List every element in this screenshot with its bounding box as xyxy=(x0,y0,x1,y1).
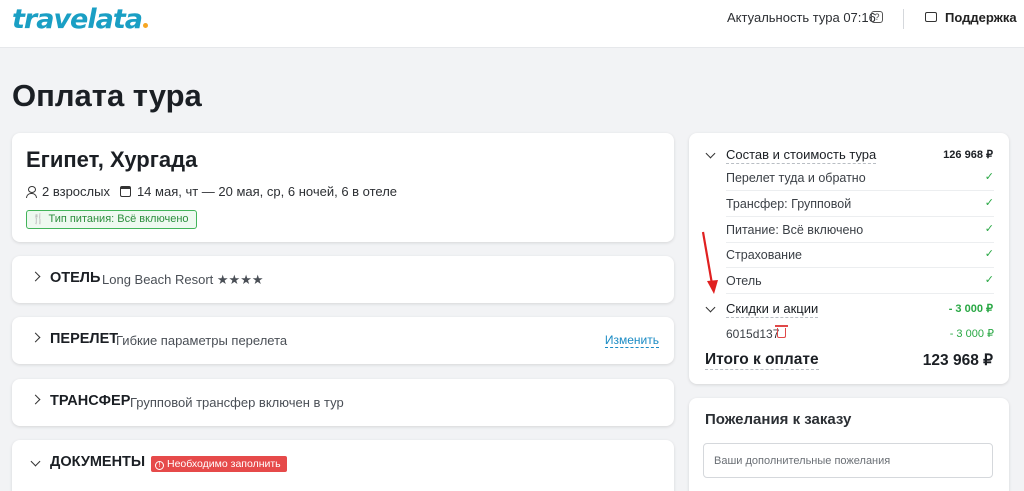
check-icon: ✓ xyxy=(984,248,994,260)
calendar-icon xyxy=(119,186,131,197)
check-icon: ✓ xyxy=(984,223,994,235)
discounts-toggle[interactable]: Скидки и акции xyxy=(726,301,819,318)
promo-amount: - 3 000 ₽ xyxy=(949,328,994,340)
summary-item: Питание: Всё включено ✓ xyxy=(726,221,994,243)
transfer-subtitle: Групповой трансфер включен в тур xyxy=(130,395,344,410)
chevron-right-icon xyxy=(30,394,41,405)
guests-text: 2 взрослых xyxy=(42,184,110,199)
composition-toggle[interactable]: Состав и стоимость тура xyxy=(726,147,877,164)
documents-section-title: ДОКУМЕНТЫ xyxy=(50,454,146,470)
trash-icon[interactable] xyxy=(775,325,788,338)
summary-item-label: Питание: Всё включено xyxy=(726,223,864,237)
documents-section[interactable]: ДОКУМЕНТЫ ! Необходимо заполнить xyxy=(12,440,674,491)
support-link[interactable]: Поддержка xyxy=(945,10,1017,25)
hotel-section-title: ОТЕЛЬ xyxy=(50,270,101,286)
person-icon xyxy=(26,186,37,198)
summary-item: Отель ✓ xyxy=(726,272,994,294)
page-title: Оплата тура xyxy=(12,78,202,113)
price-summary-card: Состав и стоимость тура 126 968 ₽ Переле… xyxy=(689,133,1009,384)
change-flight-link[interactable]: Изменить xyxy=(604,333,659,348)
summary-item: Страхование ✓ xyxy=(726,246,994,268)
logo-dot xyxy=(142,23,148,28)
summary-item-label: Трансфер: Групповой xyxy=(726,197,852,211)
question-icon[interactable]: ? xyxy=(871,11,883,23)
summary-item-label: Перелет туда и обратно xyxy=(726,171,866,185)
hotel-section[interactable]: ОТЕЛЬ Long Beach Resort ★★★★ xyxy=(12,256,674,303)
chevron-down-icon[interactable] xyxy=(705,302,716,313)
summary-item: Перелет туда и обратно ✓ xyxy=(726,169,994,191)
summary-item: Трансфер: Групповой ✓ xyxy=(726,195,994,217)
destination-card: Египет, Хургада 2 взрослых 14 мая, чт — 2… xyxy=(12,133,674,242)
transfer-section-title: ТРАНСФЕР xyxy=(50,393,131,409)
tour-freshness-label: Актуальность тура 07:16 xyxy=(727,10,876,25)
chevron-right-icon xyxy=(30,332,41,343)
flight-section[interactable]: ПЕРЕЛЕТ Гибкие параметры перелета Измени… xyxy=(12,317,674,364)
trip-meta: 2 взрослых 14 мая, чт — 20 мая, ср, 6 ноч… xyxy=(26,184,397,199)
check-icon: ✓ xyxy=(984,171,994,183)
transfer-section[interactable]: ТРАНСФЕР Групповой трансфер включен в ту… xyxy=(12,379,674,426)
chevron-right-icon xyxy=(30,271,41,282)
chevron-down-icon[interactable] xyxy=(705,148,716,159)
chat-icon[interactable] xyxy=(925,12,937,22)
logo-text: travelata xyxy=(12,4,143,35)
meal-type-text: Тип питания: Всё включено xyxy=(48,213,189,225)
required-badge: ! Необходимо заполнить xyxy=(151,456,287,472)
flight-subtitle: Гибкие параметры перелета xyxy=(116,333,288,348)
dates-text: 14 мая, чт — 20 мая, ср, 6 ночей, 6 в от… xyxy=(136,184,398,199)
header-divider xyxy=(903,9,904,29)
flight-section-title: ПЕРЕЛЕТ xyxy=(50,331,119,347)
alert-icon: ! xyxy=(155,461,164,470)
total-label: Итого к оплате xyxy=(705,351,819,370)
wishes-title: Пожелания к заказу xyxy=(705,411,852,428)
chevron-down-icon xyxy=(30,456,41,467)
summary-item-label: Отель xyxy=(726,274,762,288)
fork-knife-icon: 🍴 xyxy=(32,214,45,225)
check-icon: ✓ xyxy=(984,274,994,286)
discounts-amount: - 3 000 ₽ xyxy=(948,303,993,315)
total-amount: 123 968 ₽ xyxy=(922,352,993,369)
hotel-name: Long Beach Resort ★★★★ xyxy=(102,272,264,287)
summary-item-label: Страхование xyxy=(726,248,803,262)
order-wishes-card: Пожелания к заказу xyxy=(689,398,1009,491)
promo-code: 6015d137 xyxy=(726,327,780,341)
wishes-input[interactable] xyxy=(703,443,993,478)
composition-amount: 126 968 ₽ xyxy=(943,149,993,161)
travelata-logo[interactable]: travelata xyxy=(12,4,148,35)
required-badge-text: Необходимо заполнить xyxy=(167,458,281,470)
destination-title: Египет, Хургада xyxy=(26,147,198,172)
check-icon: ✓ xyxy=(984,197,994,209)
top-header: travelata Актуальность тура 07:16 ? Подд… xyxy=(0,0,1024,48)
meal-type-badge: 🍴 Тип питания: Всё включено xyxy=(26,210,197,229)
